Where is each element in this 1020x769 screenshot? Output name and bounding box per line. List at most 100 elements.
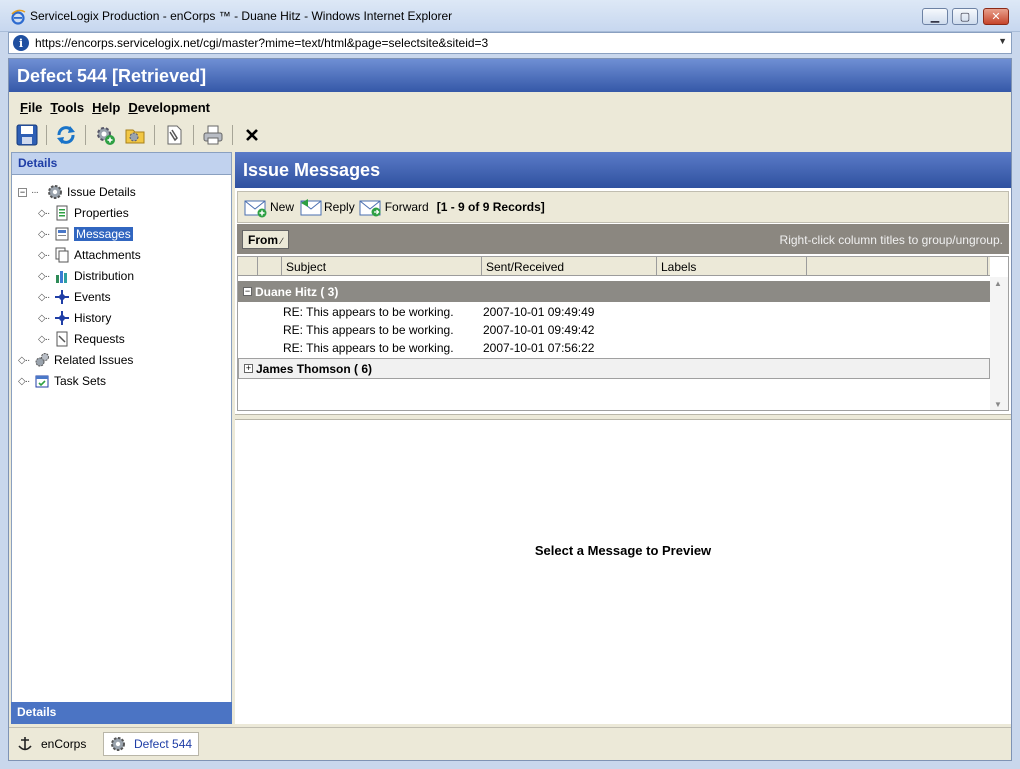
- table-row[interactable]: RE: This appears to be working. 2007-10-…: [238, 339, 990, 357]
- column-empty[interactable]: [807, 257, 988, 276]
- forward-button[interactable]: Forward: [359, 196, 429, 218]
- message-subject: RE: This appears to be working.: [283, 341, 454, 355]
- toolbar-divider: [85, 125, 86, 145]
- print-icon: [203, 125, 223, 145]
- tree-item-related-issues[interactable]: ◇·· Related Issues: [18, 351, 133, 369]
- reply-label: Reply: [324, 200, 355, 214]
- group-by-label: From: [248, 233, 278, 247]
- menu-help[interactable]: Help: [92, 100, 120, 115]
- details-panel-footer[interactable]: Details: [11, 702, 232, 724]
- related-issues-icon: [35, 353, 49, 367]
- task-encorps[interactable]: enCorps: [11, 732, 92, 756]
- page-title: Defect 544 [Retrieved]: [17, 66, 207, 86]
- group-name: James Thomson ( 6): [256, 361, 373, 376]
- chevron-down-icon[interactable]: ▼: [998, 36, 1007, 46]
- close-button[interactable]: [238, 122, 266, 148]
- forward-label: Forward: [384, 200, 429, 214]
- column-indicator[interactable]: [238, 257, 258, 276]
- tree-connector: ···: [31, 186, 39, 198]
- app-header: Defect 544 [Retrieved]: [9, 59, 1011, 92]
- browser-titlebar: ServiceLogix Production - enCorps ™ - Du…: [0, 0, 1020, 32]
- requests-icon: [56, 331, 68, 347]
- minimize-button[interactable]: ▁: [922, 8, 948, 25]
- gear-icon: [48, 185, 62, 199]
- tree-connector: ◇··: [18, 375, 30, 387]
- events-icon: [55, 290, 69, 304]
- tree-item-requests[interactable]: ◇·· Requests: [38, 330, 125, 348]
- settings-add-icon: [97, 127, 115, 145]
- attach-document-icon: [167, 125, 182, 145]
- new-message-button[interactable]: New: [244, 196, 294, 218]
- save-button[interactable]: [13, 122, 41, 148]
- address-bar[interactable]: i https://encorps.servicelogix.net/cgi/m…: [8, 32, 1012, 54]
- preview-placeholder: Select a Message to Preview: [534, 543, 712, 558]
- messages-header: Issue Messages: [235, 152, 1011, 188]
- column-icon[interactable]: [258, 257, 282, 276]
- message-date: 2007-10-01 07:56:22: [483, 341, 595, 355]
- table-row[interactable]: RE: This appears to be working. 2007-10-…: [238, 303, 990, 321]
- tree-item-task-sets[interactable]: ◇·· Task Sets: [18, 372, 106, 390]
- tree-item-issue-details[interactable]: − ··· Issue Details: [18, 183, 136, 201]
- message-preview: Select a Message to Preview: [235, 420, 1011, 724]
- tree-label: Messages: [74, 227, 133, 241]
- tree-label: Requests: [74, 332, 125, 346]
- add-settings-button[interactable]: [91, 122, 119, 148]
- tree-label: Properties: [74, 206, 129, 220]
- maximize-button[interactable]: ▢: [952, 8, 978, 25]
- menu-file[interactable]: File: [20, 100, 42, 115]
- tree-item-history[interactable]: ◇·· History: [38, 309, 111, 327]
- details-panel: Details − ··· Issue Details ◇·· Properti…: [11, 152, 232, 724]
- tree-label: Related Issues: [54, 353, 134, 367]
- tree-label: Events: [74, 290, 111, 304]
- group-row-james-thomson[interactable]: + James Thomson ( 6): [238, 358, 990, 379]
- tree-connector: ◇··: [38, 291, 50, 303]
- task-defect-544[interactable]: Defect 544: [103, 732, 200, 756]
- print-button[interactable]: [199, 122, 227, 148]
- scroll-up-icon[interactable]: ▲: [994, 279, 1002, 288]
- collapse-icon[interactable]: −: [243, 287, 252, 296]
- tree-item-properties[interactable]: ◇·· Properties: [38, 204, 129, 222]
- maximize-icon: ▢: [959, 11, 971, 23]
- messages-panel: Issue Messages New Reply Forward [1 - 9 …: [235, 152, 1011, 724]
- tree-item-attachments[interactable]: ◇·· Attachments: [38, 246, 141, 264]
- close-window-button[interactable]: ✕: [983, 8, 1009, 25]
- tree-connector: ◇··: [18, 354, 30, 366]
- main-toolbar: [9, 120, 1011, 150]
- message-subject: RE: This appears to be working.: [283, 305, 454, 319]
- app-window: Defect 544 [Retrieved] File Tools Help D…: [8, 58, 1012, 761]
- toolbar-divider: [46, 125, 47, 145]
- info-icon: i: [13, 35, 29, 51]
- menu-development[interactable]: Development: [128, 100, 210, 115]
- group-by-from-column[interactable]: From ∕: [242, 230, 289, 249]
- gear-icon: [111, 737, 125, 751]
- refresh-button[interactable]: [52, 122, 80, 148]
- new-mail-icon: [244, 200, 267, 218]
- tree-item-messages[interactable]: ◇·· Messages: [38, 225, 133, 243]
- collapse-icon[interactable]: −: [18, 187, 27, 197]
- tree-item-distribution[interactable]: ◇·· Distribution: [38, 267, 134, 285]
- column-sent-received[interactable]: Sent/Received: [482, 257, 657, 276]
- menu-tools[interactable]: Tools: [50, 100, 84, 115]
- tree-label: Issue Details: [67, 185, 136, 199]
- vertical-scrollbar[interactable]: ▲ ▼: [990, 277, 1008, 410]
- table-row[interactable]: RE: This appears to be working. 2007-10-…: [238, 321, 990, 339]
- record-count: [1 - 9 of 9 Records]: [436, 200, 545, 214]
- scroll-down-icon[interactable]: ▼: [994, 400, 1002, 409]
- tree-item-events[interactable]: ◇·· Events: [38, 288, 111, 306]
- tree-connector: ◇··: [38, 207, 50, 219]
- folder-settings-button[interactable]: [121, 122, 149, 148]
- task-sets-icon: [35, 375, 49, 388]
- folder-settings-icon: [125, 129, 145, 144]
- group-row-duane-hitz[interactable]: − Duane Hitz ( 3): [238, 281, 990, 302]
- url-text[interactable]: https://encorps.servicelogix.net/cgi/mas…: [35, 36, 488, 50]
- menu-bar: File Tools Help Development: [9, 96, 1011, 118]
- column-labels[interactable]: Labels: [657, 257, 807, 276]
- sort-icon: ∕: [281, 236, 283, 246]
- grid-header: Subject Sent/Received Labels: [238, 257, 990, 276]
- message-date: 2007-10-01 09:49:49: [483, 305, 595, 319]
- app-taskbar: enCorps Defect 544: [9, 727, 1011, 760]
- reply-button[interactable]: Reply: [298, 196, 355, 218]
- expand-icon[interactable]: +: [244, 364, 253, 373]
- column-subject[interactable]: Subject: [282, 257, 482, 276]
- attach-document-button[interactable]: [160, 122, 188, 148]
